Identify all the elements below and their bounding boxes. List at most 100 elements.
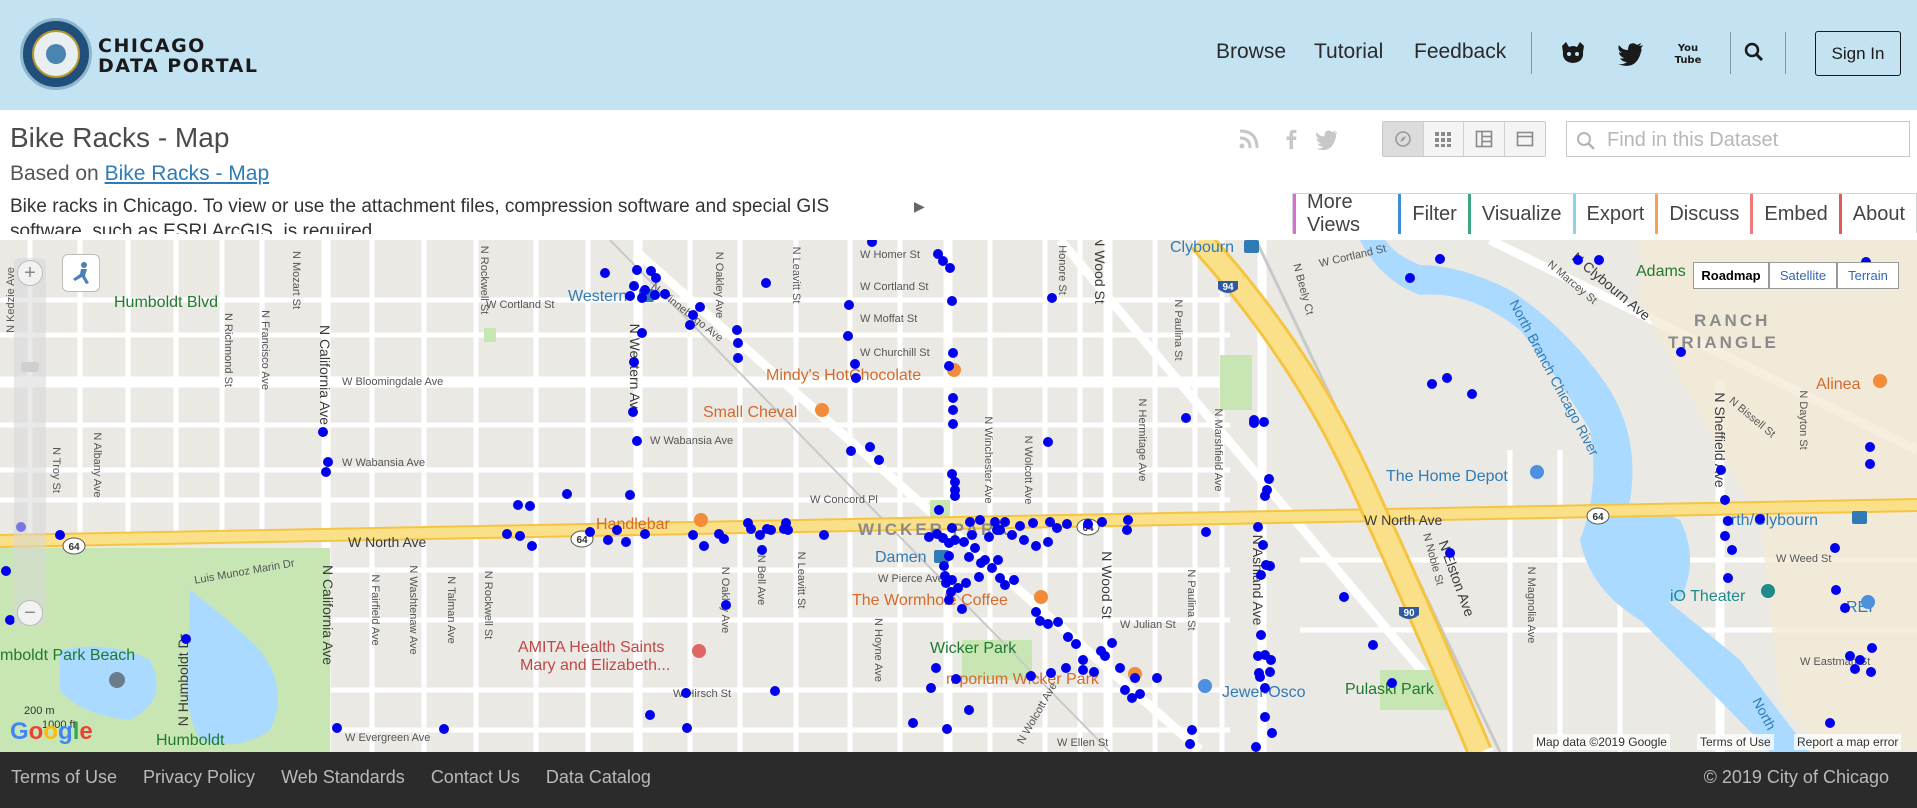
bike-rack-marker[interactable] [1850,664,1860,674]
bike-rack-marker[interactable] [1046,668,1056,678]
bike-rack-marker[interactable] [995,573,1005,583]
bike-rack-marker[interactable] [1405,273,1415,283]
bike-rack-marker[interactable] [770,686,780,696]
bike-rack-marker[interactable] [1,566,11,576]
cafe-icon[interactable] [1034,590,1048,604]
zoom-slider[interactable] [14,258,46,626]
train-station-icon[interactable] [1852,511,1867,524]
bike-rack-marker[interactable] [562,489,572,499]
bike-rack-marker[interactable] [926,683,936,693]
bike-rack-marker[interactable] [733,353,743,363]
bike-rack-marker[interactable] [984,532,994,542]
bike-rack-marker[interactable] [976,558,986,568]
bike-rack-marker[interactable] [1122,525,1132,535]
bike-rack-marker[interactable] [1339,592,1349,602]
bike-rack-marker[interactable] [733,338,743,348]
bike-rack-marker[interactable] [660,289,670,299]
bike-rack-marker[interactable] [1256,570,1266,580]
bike-rack-marker[interactable] [995,525,1005,535]
twitter-icon[interactable] [1616,38,1646,68]
bike-rack-marker[interactable] [682,723,692,733]
bike-rack-marker[interactable] [941,578,951,588]
search-icon[interactable] [1742,40,1772,70]
bike-rack-marker[interactable] [1100,651,1110,661]
bike-rack-marker[interactable] [1043,437,1053,447]
bike-rack-marker[interactable] [1127,693,1137,703]
bike-rack-marker[interactable] [1019,535,1029,545]
bike-rack-marker[interactable] [1840,603,1850,613]
bike-rack-marker[interactable] [323,457,333,467]
facebook-icon[interactable] [1278,126,1304,152]
bike-rack-marker[interactable] [1052,523,1062,533]
bike-rack-marker[interactable] [865,442,875,452]
bike-rack-marker[interactable] [1107,638,1117,648]
bike-rack-marker[interactable] [629,357,639,367]
hospital-icon[interactable] [692,644,706,658]
bike-rack-marker[interactable] [1115,663,1125,673]
bike-rack-marker[interactable] [964,705,974,715]
bike-rack-marker[interactable] [766,525,776,535]
twitter-icon[interactable] [1314,126,1340,152]
bike-rack-marker[interactable] [781,518,791,528]
bike-rack-marker[interactable] [819,530,829,540]
bike-rack-marker[interactable] [688,310,698,320]
bike-rack-marker[interactable] [628,407,638,417]
tab-export[interactable]: Export [1572,194,1656,234]
sign-in-button[interactable]: Sign In [1815,31,1901,76]
find-input[interactable] [1607,126,1903,154]
bike-rack-marker[interactable] [629,281,639,291]
bike-rack-marker[interactable] [621,537,631,547]
bike-rack-marker[interactable] [603,535,613,545]
bike-rack-marker[interactable] [867,240,877,247]
bike-rack-marker[interactable] [1573,255,1583,265]
bike-rack-marker[interactable] [688,530,698,540]
portal-logo-text[interactable]: CHICAGO DATA PORTAL [98,36,258,76]
bike-rack-marker[interactable] [947,296,957,306]
bike-rack-marker[interactable] [939,561,949,571]
bike-rack-marker[interactable] [1867,643,1877,653]
bike-rack-marker[interactable] [942,724,952,734]
compass-icon[interactable] [1383,122,1424,156]
bike-rack-marker[interactable] [1716,465,1726,475]
bike-rack-marker[interactable] [625,490,635,500]
bike-rack-marker[interactable] [637,328,647,338]
grid-icon[interactable] [1424,122,1464,156]
bike-rack-marker[interactable] [1259,417,1269,427]
bike-rack-marker[interactable] [1265,667,1275,677]
bike-rack-marker[interactable] [1181,413,1191,423]
bike-rack-marker[interactable] [181,634,191,644]
bike-rack-marker[interactable] [637,293,647,303]
bike-rack-marker[interactable] [975,515,985,525]
map-type-roadmap[interactable]: Roadmap [1693,262,1769,289]
github-icon[interactable] [1558,38,1588,68]
bike-rack-marker[interactable] [632,265,642,275]
map-type-satellite[interactable]: Satellite [1769,262,1837,289]
youtube-icon[interactable]: You Tube [1673,38,1703,68]
bike-rack-marker[interactable] [946,587,956,597]
bike-rack-marker[interactable] [721,600,731,610]
bike-rack-marker[interactable] [1387,678,1397,688]
bike-rack-marker[interactable] [987,563,997,573]
restaurant-icon[interactable] [694,513,708,527]
bike-rack-marker[interactable] [1256,630,1266,640]
bike-rack-marker[interactable] [1845,651,1855,661]
bike-rack-marker[interactable] [947,523,957,533]
bike-rack-marker[interactable] [612,525,622,535]
tab-embed[interactable]: Embed [1750,194,1839,234]
bike-rack-marker[interactable] [1249,418,1259,428]
bike-rack-marker[interactable] [1253,522,1263,532]
bike-rack-marker[interactable] [1260,491,1270,501]
footer-privacy-link[interactable]: Privacy Policy [143,767,255,788]
bike-rack-marker[interactable] [948,348,958,358]
bike-rack-marker[interactable] [970,543,980,553]
footer-data-catalog-link[interactable]: Data Catalog [546,767,651,788]
beach-icon[interactable] [109,672,125,688]
bike-rack-marker[interactable] [1865,459,1875,469]
map-canvas[interactable]: N Kedzie Ave N Troy St N Albany Ave N Mo… [0,240,1917,752]
bike-rack-marker[interactable] [321,467,331,477]
restaurant-icon[interactable] [815,403,829,417]
bike-rack-marker[interactable] [844,300,854,310]
bike-rack-marker[interactable] [1265,561,1275,571]
bike-rack-marker[interactable] [1260,712,1270,722]
nav-tutorial[interactable]: Tutorial [1314,40,1383,64]
